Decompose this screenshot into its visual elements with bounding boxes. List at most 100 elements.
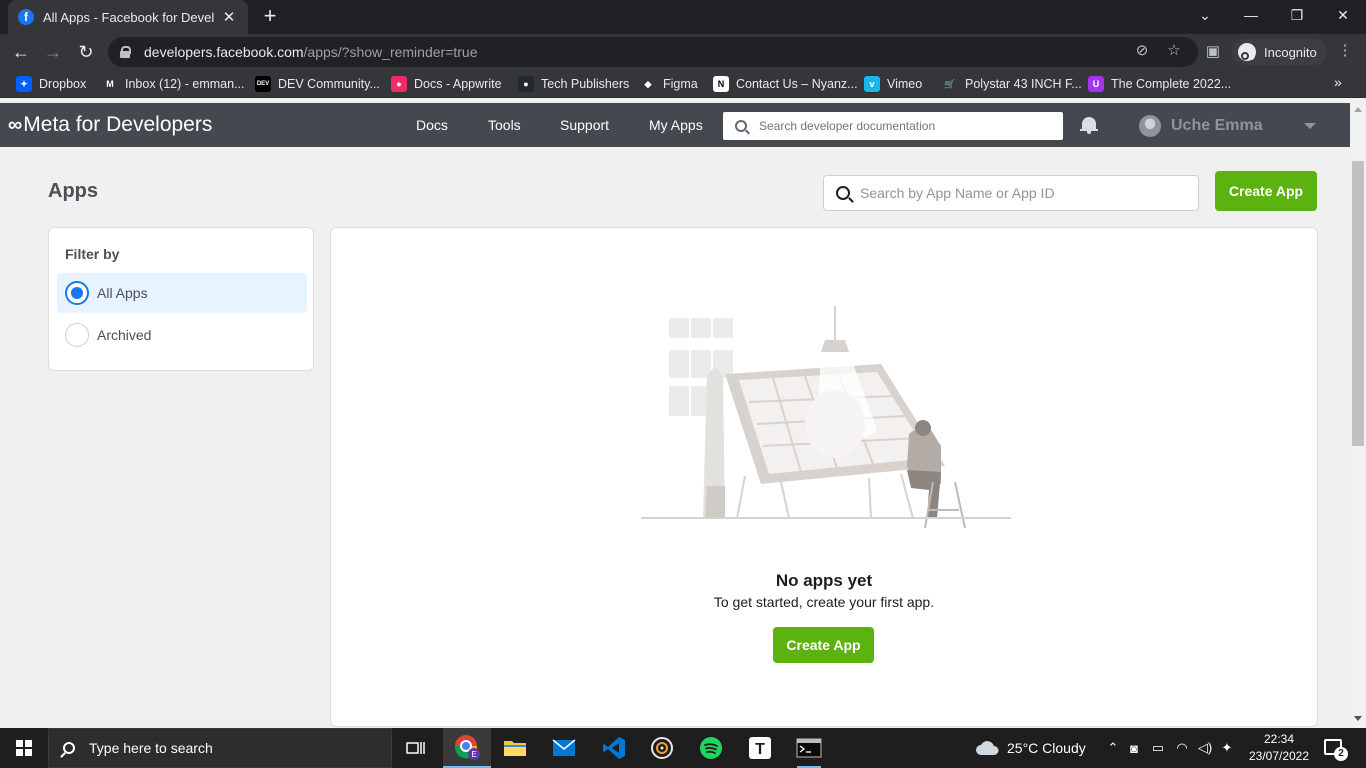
- forward-arrow-icon[interactable]: →: [40, 39, 66, 65]
- eye-slash-icon[interactable]: ⊘: [1133, 41, 1151, 59]
- bookmark-item[interactable]: M Inbox (12) - emman...: [102, 75, 245, 93]
- window-close-button[interactable]: ✕: [1320, 0, 1366, 30]
- chevron-down-icon[interactable]: [1304, 123, 1316, 129]
- docs-search-input[interactable]: [759, 119, 1039, 133]
- docs-search-box[interactable]: [723, 112, 1063, 140]
- notion-icon: N: [713, 76, 729, 92]
- lock-icon[interactable]: [120, 46, 131, 58]
- task-view-icon[interactable]: [392, 728, 440, 768]
- wifi-icon[interactable]: ◠: [1170, 740, 1194, 756]
- user-name: Uche Emma: [1171, 117, 1263, 134]
- app-search-input[interactable]: [860, 185, 1180, 201]
- mail-icon[interactable]: [540, 728, 588, 768]
- bookmark-item[interactable]: ● Docs - Appwrite: [391, 75, 502, 93]
- bookmark-item[interactable]: N Contact Us – Nyanz...: [713, 75, 858, 93]
- filter-option-label: All Apps: [97, 285, 148, 301]
- media-player-icon[interactable]: [638, 728, 686, 768]
- scrollbar-thumb[interactable]: [1352, 161, 1364, 446]
- nav-link-support[interactable]: Support: [560, 117, 609, 133]
- incognito-label: Incognito: [1264, 44, 1317, 60]
- filter-option-archived[interactable]: Archived: [57, 315, 307, 355]
- tab-title: All Apps - Facebook for Developers: [43, 9, 214, 25]
- cloud-icon: [976, 741, 999, 755]
- terminal-icon[interactable]: [785, 728, 833, 768]
- bookmark-item[interactable]: ✦ Dropbox: [16, 75, 86, 93]
- chrome-icon[interactable]: E: [443, 728, 491, 768]
- side-panel-icon[interactable]: ▣: [1204, 42, 1222, 60]
- create-app-empty-state-button[interactable]: Create App: [773, 627, 874, 663]
- dropbox-tray-icon[interactable]: ✦: [1216, 740, 1238, 756]
- tab-search-chevron-icon[interactable]: ⌄: [1182, 0, 1228, 30]
- bookmarks-overflow-icon[interactable]: »: [1334, 74, 1342, 90]
- reload-icon[interactable]: ↻: [73, 39, 99, 65]
- svg-text:T: T: [755, 741, 765, 758]
- volume-icon[interactable]: ◁): [1194, 740, 1216, 756]
- windows-start-icon[interactable]: [16, 740, 32, 756]
- bookmark-label: Dropbox: [39, 77, 87, 91]
- search-icon: [63, 742, 75, 754]
- radio-selected[interactable]: [65, 281, 89, 305]
- bookmark-item[interactable]: 🛒 Polystar 43 INCH F...: [942, 75, 1082, 93]
- new-tab-button[interactable]: +: [259, 5, 281, 27]
- typora-icon[interactable]: T: [736, 728, 784, 768]
- scroll-down-arrow-icon[interactable]: [1354, 716, 1362, 721]
- weather-widget[interactable]: 25°C Cloudy: [975, 728, 1086, 768]
- bookmark-item[interactable]: ● Tech Publishers: [518, 75, 629, 93]
- meta-logo[interactable]: ∞ Meta for Developers: [8, 113, 212, 136]
- appwrite-icon: ●: [391, 76, 407, 92]
- windows-taskbar: Type here to search E T 25°C Cloudy ⌃ ◙ …: [0, 728, 1366, 768]
- filter-heading: Filter by: [65, 246, 120, 262]
- browser-tab-strip: f All Apps - Facebook for Developers ✕ +…: [0, 0, 1366, 34]
- page-scrollbar[interactable]: [1350, 103, 1366, 728]
- apps-list-panel: No apps yet To get started, create your …: [330, 227, 1318, 727]
- tab-close-icon[interactable]: ✕: [220, 8, 238, 26]
- meet-now-icon[interactable]: ◙: [1122, 741, 1146, 756]
- nav-link-my-apps[interactable]: My Apps: [649, 117, 703, 133]
- bookmark-label: Tech Publishers: [541, 77, 630, 91]
- back-arrow-icon[interactable]: ←: [8, 39, 34, 65]
- url-path: /apps/?show_reminder=true: [303, 44, 478, 60]
- battery-icon[interactable]: ▭: [1146, 740, 1170, 756]
- bookmark-item[interactable]: DEV DEV Community...: [255, 75, 380, 93]
- bookmark-label: Vimeo: [887, 77, 923, 91]
- bookmark-label: Inbox (12) - emman...: [125, 77, 245, 91]
- nav-link-tools[interactable]: Tools: [488, 117, 521, 133]
- nav-link-docs[interactable]: Docs: [416, 117, 448, 133]
- filter-option-all-apps[interactable]: All Apps: [57, 273, 307, 313]
- incognito-icon: [1238, 43, 1256, 61]
- clock-time: 22:34: [1263, 732, 1295, 746]
- empty-state-subtitle: To get started, create your first app.: [713, 594, 935, 610]
- restore-button[interactable]: ❐: [1274, 0, 1320, 30]
- bookmark-star-icon[interactable]: ☆: [1165, 41, 1183, 59]
- udemy-icon: U: [1088, 76, 1104, 92]
- weather-text: 25°C Cloudy: [1007, 740, 1086, 756]
- browser-tab[interactable]: f All Apps - Facebook for Developers ✕: [8, 0, 248, 34]
- incognito-badge[interactable]: Incognito: [1232, 39, 1327, 65]
- user-menu[interactable]: Uche Emma: [1139, 115, 1263, 137]
- browser-menu-icon[interactable]: ⋮: [1336, 41, 1354, 59]
- radio-unselected[interactable]: [65, 323, 89, 347]
- bookmark-item[interactable]: ◆ Figma: [640, 75, 698, 93]
- scroll-up-arrow-icon[interactable]: [1354, 107, 1362, 112]
- show-hidden-icons-chevron-icon[interactable]: ⌃: [1104, 740, 1122, 756]
- taskbar-search-box[interactable]: Type here to search: [48, 728, 392, 768]
- bookmark-item[interactable]: v Vimeo: [864, 75, 922, 93]
- empty-state-title: No apps yet: [775, 571, 873, 590]
- vscode-icon[interactable]: [590, 728, 638, 768]
- address-bar[interactable]: developers.facebook.com/apps/?show_remin…: [108, 37, 1198, 67]
- minimize-button[interactable]: —: [1228, 0, 1274, 30]
- bookmarks-bar: » ✦ Dropbox M Inbox (12) - emman... DEV DEV C…: [0, 70, 1366, 98]
- dev-icon: DEV: [255, 76, 271, 92]
- dropbox-icon: ✦: [16, 76, 32, 92]
- notification-bell-icon[interactable]: [1080, 116, 1098, 134]
- notification-center-icon[interactable]: 2: [1324, 739, 1348, 761]
- file-explorer-icon[interactable]: [491, 728, 539, 768]
- app-search-box[interactable]: [823, 175, 1199, 211]
- spotify-icon[interactable]: [687, 728, 735, 768]
- create-app-button[interactable]: Create App: [1215, 171, 1317, 211]
- browser-toolbar: ← → ↻ developers.facebook.com/apps/?show…: [0, 34, 1366, 70]
- taskbar-clock[interactable]: 22:34 23/07/2022: [1248, 731, 1310, 765]
- bookmark-label: The Complete 2022...: [1111, 77, 1232, 91]
- gmail-icon: M: [102, 76, 118, 92]
- bookmark-item[interactable]: U The Complete 2022...: [1088, 75, 1231, 93]
